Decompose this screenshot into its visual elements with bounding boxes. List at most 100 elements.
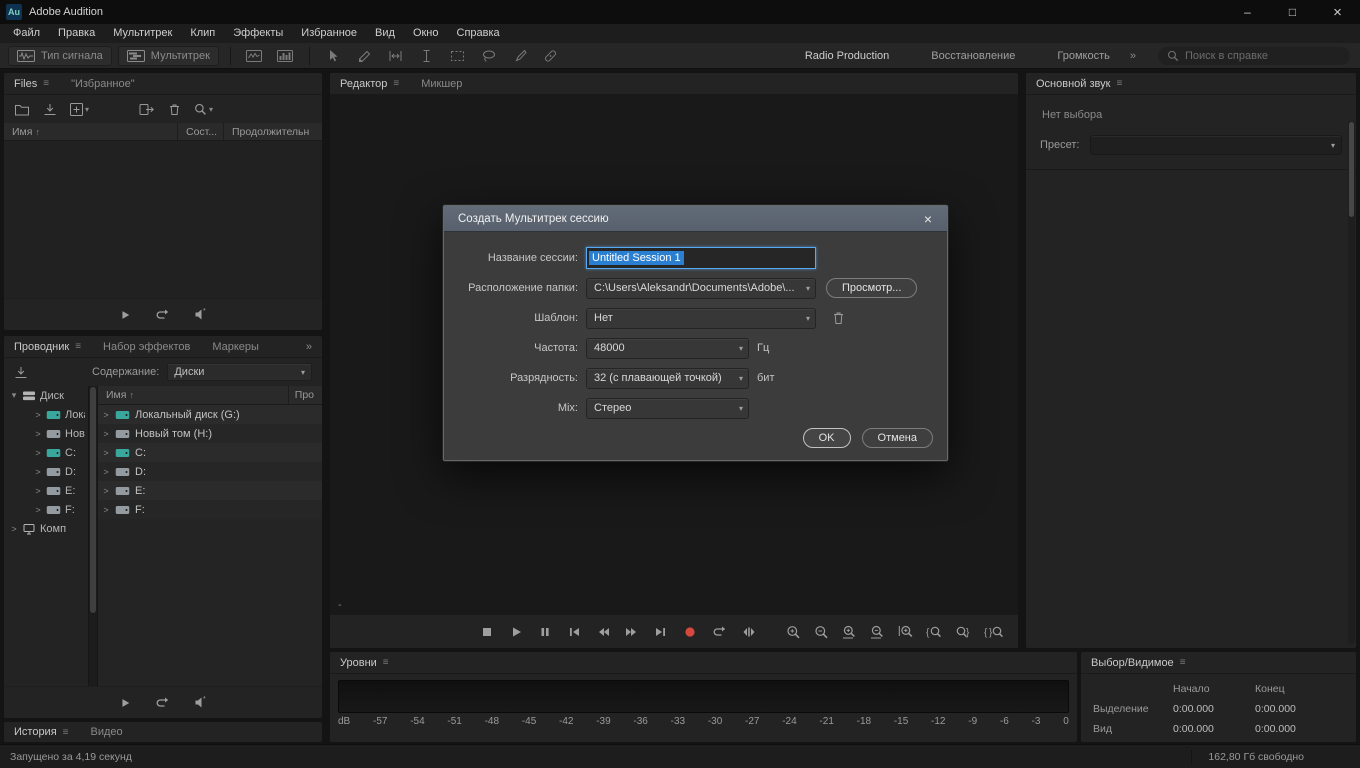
- menu-item[interactable]: Мультитрек: [104, 24, 181, 43]
- panel-menu-icon[interactable]: ≡: [63, 727, 69, 738]
- drive-row[interactable]: > F:: [98, 500, 322, 519]
- import-file-icon[interactable]: [43, 103, 57, 116]
- menu-item[interactable]: Правка: [49, 24, 104, 43]
- close-button[interactable]: ×: [1315, 0, 1360, 24]
- bit-depth-select[interactable]: 32 (с плавающей точкой) ▾: [586, 368, 749, 389]
- tree-drive-row[interactable]: > F:: [4, 500, 88, 519]
- folder-location-select[interactable]: C:\Users\Aleksandr\Documents\Adobe\... ▾: [586, 278, 816, 299]
- play-button[interactable]: [119, 697, 131, 709]
- panel-tab[interactable]: Маркеры ≡: [212, 341, 259, 353]
- dialog-titlebar[interactable]: Создать Мультитрек сессию ×: [444, 206, 947, 232]
- import-icon[interactable]: [14, 366, 28, 379]
- tree-drive-row[interactable]: > Локальный диск (G:): [4, 405, 88, 424]
- chevron-right-icon[interactable]: >: [102, 505, 110, 515]
- play-button[interactable]: [509, 625, 523, 639]
- delete-icon[interactable]: [168, 103, 181, 116]
- new-item-icon[interactable]: ▾: [70, 103, 89, 116]
- chevron-right-icon[interactable]: >: [34, 429, 42, 439]
- drive-row[interactable]: > Новый том (H:): [98, 424, 322, 443]
- selection-start-value[interactable]: 0:00.000: [1173, 723, 1255, 735]
- paintbrush-selection-tool-icon[interactable]: [507, 46, 532, 66]
- delete-template-icon[interactable]: [832, 311, 845, 325]
- panel-tab[interactable]: История ≡: [14, 726, 69, 738]
- chevron-right-icon[interactable]: >: [102, 429, 110, 439]
- chevron-right-icon[interactable]: >: [10, 524, 18, 534]
- selection-start-value[interactable]: 0:00.000: [1173, 703, 1255, 715]
- razor-tool-icon[interactable]: [352, 46, 377, 66]
- workspace-overflow-icon[interactable]: »: [1130, 50, 1136, 62]
- ok-button[interactable]: OK: [803, 428, 851, 448]
- menu-item[interactable]: Окно: [404, 24, 448, 43]
- chevron-right-icon[interactable]: >: [34, 486, 42, 496]
- panel-tab[interactable]: Выбор/Видимое ≡: [1091, 657, 1186, 669]
- tree-drive-row[interactable]: > E:: [4, 481, 88, 500]
- slip-tool-icon[interactable]: [383, 46, 408, 66]
- tree-drive-row[interactable]: > C:: [4, 443, 88, 462]
- panel-tab[interactable]: Набор эффектов ≡: [103, 341, 190, 353]
- chevron-right-icon[interactable]: >: [102, 448, 110, 458]
- drive-row[interactable]: > Локальный диск (G:): [98, 405, 322, 424]
- zoom-selection-right-button[interactable]: }: [955, 625, 971, 639]
- preset-select[interactable]: ▾: [1090, 135, 1343, 155]
- zoom-in-horizontal-button[interactable]: [842, 625, 857, 639]
- tree-drive-row[interactable]: > D:: [4, 462, 88, 481]
- drive-row[interactable]: > D:: [98, 462, 322, 481]
- files-column-header[interactable]: Имя↑ Сост... Продолжительн: [4, 123, 322, 141]
- panel-menu-icon[interactable]: ≡: [1180, 657, 1186, 668]
- move-tool-icon[interactable]: [321, 46, 346, 66]
- panel-menu-icon[interactable]: ≡: [1116, 78, 1122, 89]
- loop-playback-button[interactable]: [712, 625, 727, 638]
- chevron-right-icon[interactable]: >: [102, 467, 110, 477]
- record-button[interactable]: [683, 625, 697, 639]
- play-button[interactable]: [119, 309, 131, 321]
- panel-tab[interactable]: Files ≡: [14, 78, 49, 90]
- lasso-selection-tool-icon[interactable]: [476, 46, 501, 66]
- chevron-right-icon[interactable]: >: [34, 505, 42, 515]
- minimize-button[interactable]: –: [1225, 0, 1270, 24]
- sample-rate-select[interactable]: 48000 ▾: [586, 338, 749, 359]
- zoom-selection-left-button[interactable]: {: [926, 625, 942, 639]
- workspace-tab[interactable]: Громкость: [1057, 50, 1109, 62]
- spectral-display-toggle-icon[interactable]: [273, 46, 298, 66]
- waveform-view-button[interactable]: Тип сигнала: [8, 46, 112, 66]
- multitrack-view-button[interactable]: Мультитрек: [118, 46, 219, 66]
- panel-tab[interactable]: Уровни ≡: [340, 657, 389, 669]
- fast-forward-button[interactable]: [625, 625, 639, 639]
- panel-tab[interactable]: Редактор ≡: [340, 78, 399, 90]
- dialog-close-button[interactable]: ×: [917, 211, 939, 227]
- cancel-button[interactable]: Отмена: [862, 428, 933, 448]
- panel-menu-icon[interactable]: ≡: [393, 78, 399, 89]
- maximize-button[interactable]: □: [1270, 0, 1315, 24]
- zoom-in-button[interactable]: [786, 625, 801, 639]
- skip-to-start-button[interactable]: [567, 625, 581, 639]
- zoom-to-selection-button[interactable]: {}: [984, 625, 1004, 639]
- workspace-tab[interactable]: Radio Production: [805, 50, 889, 62]
- skip-to-end-button[interactable]: [654, 625, 668, 639]
- menu-item[interactable]: Вид: [366, 24, 404, 43]
- workspace-tab[interactable]: Восстановление: [931, 50, 1015, 62]
- panel-menu-icon[interactable]: ≡: [43, 78, 49, 89]
- chevron-right-icon[interactable]: >: [102, 486, 110, 496]
- help-search[interactable]: [1158, 47, 1350, 65]
- open-file-icon[interactable]: [14, 103, 30, 116]
- stop-button[interactable]: [480, 625, 494, 639]
- zoom-navigator-handle[interactable]: -: [338, 599, 342, 611]
- insert-into-multitrack-icon[interactable]: [139, 103, 155, 116]
- tree-scrollbar[interactable]: [88, 386, 98, 686]
- auto-play-speaker-button[interactable]: *: [194, 308, 208, 321]
- chevron-right-icon[interactable]: >: [34, 410, 42, 420]
- spot-healing-brush-tool-icon[interactable]: [538, 46, 563, 66]
- drive-row[interactable]: > C:: [98, 443, 322, 462]
- files-list[interactable]: [4, 141, 322, 298]
- scrollbar-thumb[interactable]: [1349, 122, 1354, 217]
- panel-tab[interactable]: Видео ≡: [91, 726, 123, 738]
- chevron-right-icon[interactable]: >: [102, 410, 110, 420]
- tree-root-disks[interactable]: ▾ Диск: [4, 386, 88, 405]
- loop-playback-button[interactable]: [155, 696, 170, 709]
- menu-item[interactable]: Эффекты: [224, 24, 292, 43]
- marquee-selection-tool-icon[interactable]: [445, 46, 470, 66]
- search-files-icon[interactable]: ▾: [194, 103, 213, 116]
- panel-tab[interactable]: Микшер ≡: [421, 78, 462, 90]
- menu-item[interactable]: Избранное: [292, 24, 366, 43]
- menu-item[interactable]: Файл: [4, 24, 49, 43]
